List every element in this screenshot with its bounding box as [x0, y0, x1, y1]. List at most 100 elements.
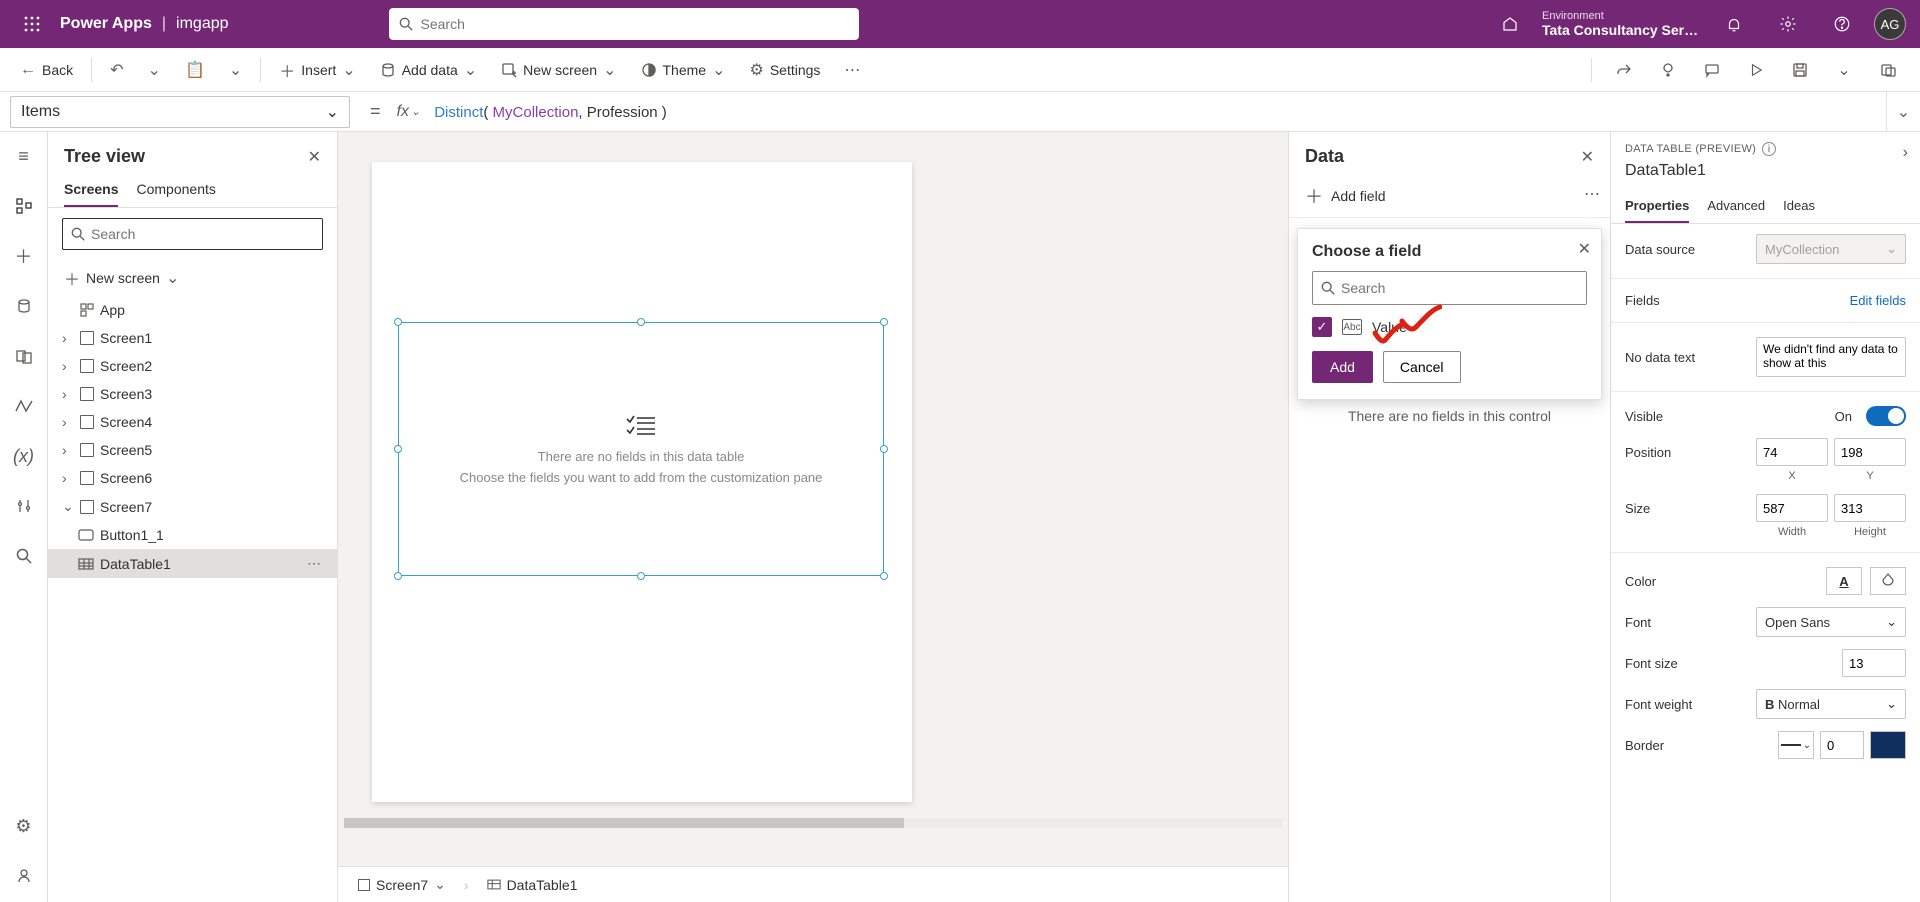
selected-datatable[interactable]: There are no fields in this data table C… [398, 322, 884, 576]
add-data-button[interactable]: Add data ⌄ [370, 54, 487, 86]
back-button[interactable]: ← Back [10, 55, 83, 85]
paste-button[interactable]: 📋 [175, 54, 215, 86]
fx-label[interactable]: fx⌄ [397, 103, 421, 121]
help-icon[interactable] [1820, 0, 1864, 48]
tree-node-more-icon[interactable]: ⋯ [307, 555, 327, 572]
resize-handle[interactable] [394, 445, 402, 453]
prop-position-y-input[interactable] [1834, 438, 1906, 466]
prop-fontsize-input[interactable] [1842, 649, 1906, 677]
field-checkbox[interactable]: ✓ [1312, 317, 1332, 337]
rail-tree-icon[interactable] [8, 190, 40, 222]
popup-add-button[interactable]: Add [1312, 351, 1373, 383]
chevron-right-icon[interactable]: › [62, 330, 74, 346]
rail-hamburger-icon[interactable]: ≡ [8, 140, 40, 172]
control-name[interactable]: DataTable1 [1625, 162, 1906, 180]
tab-ideas[interactable]: Ideas [1783, 190, 1815, 223]
undo-split-chevron[interactable]: ⌄ [138, 54, 171, 86]
overflow-button[interactable]: ⋯ [834, 54, 870, 86]
canvas-hscrollbar[interactable] [344, 816, 1282, 830]
rail-virtual-agent-icon[interactable] [8, 860, 40, 892]
prop-color-text-chip[interactable]: A [1826, 567, 1862, 595]
prop-position-x-input[interactable] [1756, 438, 1828, 466]
prop-fontweight-select[interactable]: B Normal ⌄ [1756, 689, 1906, 719]
popup-search[interactable] [1312, 271, 1587, 305]
tree-search-input[interactable] [91, 226, 314, 242]
breadcrumb-control[interactable]: DataTable1 [479, 873, 586, 897]
prop-size-h-input[interactable] [1834, 494, 1906, 522]
tree-new-screen-button[interactable]: ＋ New screen ⌄ [48, 260, 337, 296]
insert-button[interactable]: ＋ Insert ⌄ [269, 52, 365, 88]
prop-border-style[interactable]: ⌄ [1778, 731, 1814, 759]
prop-font-select[interactable]: Open Sans ⌄ [1756, 607, 1906, 637]
new-screen-button[interactable]: New screen ⌄ [491, 54, 626, 86]
data-pane-close-button[interactable]: ✕ [1581, 147, 1594, 167]
notifications-icon[interactable] [1712, 0, 1756, 48]
rail-media-icon[interactable] [8, 340, 40, 372]
tree-screen-node[interactable]: ›Screen3 [48, 380, 337, 408]
resize-handle[interactable] [637, 572, 645, 580]
rail-data-icon[interactable] [8, 290, 40, 322]
field-option-row[interactable]: ✓ Abc Value [1312, 317, 1587, 337]
tree-button-node[interactable]: Button1_1 [48, 521, 337, 549]
chevron-right-icon[interactable]: › [62, 414, 74, 430]
account-avatar[interactable]: AG [1874, 8, 1906, 40]
comments-icon[interactable] [1696, 54, 1728, 86]
rail-tools-icon[interactable] [8, 490, 40, 522]
tree-screen-node[interactable]: ›Screen4 [48, 408, 337, 436]
settings-button[interactable]: ⚙ Settings [739, 54, 830, 86]
resize-handle[interactable] [880, 445, 888, 453]
tab-properties[interactable]: Properties [1625, 190, 1689, 223]
publish-chevron-icon[interactable]: ⌄ [1828, 54, 1860, 86]
tree-screen-node[interactable]: ›Screen2 [48, 352, 337, 380]
rail-variables-icon[interactable]: (x) [8, 440, 40, 472]
theme-button[interactable]: Theme ⌄ [631, 54, 736, 86]
tree-search[interactable] [62, 218, 323, 250]
formula-expand-button[interactable]: ⌄ [1886, 92, 1920, 132]
prop-border-color-chip[interactable] [1870, 731, 1906, 759]
resize-handle[interactable] [637, 318, 645, 326]
paste-split-chevron[interactable]: ⌄ [219, 54, 252, 86]
chevron-down-icon[interactable]: ⌄ [62, 498, 74, 515]
prop-border-width-input[interactable] [1820, 731, 1864, 759]
breadcrumb-screen[interactable]: Screen7 ⌄ [350, 872, 454, 897]
chevron-right-icon[interactable]: › [62, 442, 74, 458]
data-pane-more-icon[interactable]: ⋯ [1584, 184, 1600, 204]
environment-picker[interactable]: Environment Tata Consultancy Servic… [1542, 10, 1702, 39]
tree-screen-node[interactable]: ⌄Screen7 [48, 492, 337, 521]
environment-icon[interactable] [1488, 0, 1532, 48]
resize-handle[interactable] [880, 318, 888, 326]
popup-cancel-button[interactable]: Cancel [1383, 351, 1461, 383]
resize-handle[interactable] [880, 572, 888, 580]
settings-gear-icon[interactable] [1766, 0, 1810, 48]
chevron-right-icon[interactable]: › [62, 358, 74, 374]
share-icon[interactable] [1608, 54, 1640, 86]
tree-close-button[interactable]: ✕ [308, 147, 321, 167]
publish-icon[interactable] [1872, 54, 1904, 86]
preview-play-icon[interactable] [1740, 54, 1772, 86]
prop-nodata-input[interactable] [1756, 337, 1906, 377]
popup-search-input[interactable] [1341, 280, 1578, 296]
prop-size-w-input[interactable] [1756, 494, 1828, 522]
add-field-button[interactable]: ＋ Add field [1289, 175, 1610, 218]
tab-advanced[interactable]: Advanced [1707, 190, 1765, 223]
rail-settings-icon[interactable]: ⚙ [8, 810, 40, 842]
prop-data-source-select[interactable]: MyCollection ⌄ [1756, 234, 1906, 264]
rail-flows-icon[interactable] [8, 390, 40, 422]
undo-button[interactable]: ↶ [100, 54, 133, 86]
tree-app-node[interactable]: App [48, 296, 337, 324]
property-selector[interactable]: Items ⌄ [10, 96, 350, 128]
global-search-input[interactable] [421, 16, 849, 32]
tree-screen-node[interactable]: ›Screen5 [48, 436, 337, 464]
save-icon[interactable] [1784, 54, 1816, 86]
tree-screen-node[interactable]: ›Screen1 [48, 324, 337, 352]
tree-screen-node[interactable]: ›Screen6 [48, 464, 337, 492]
chevron-right-icon[interactable]: › [62, 386, 74, 402]
resize-handle[interactable] [394, 318, 402, 326]
props-collapse-icon[interactable]: › [1903, 144, 1908, 162]
rail-search-icon[interactable] [8, 540, 40, 572]
edit-fields-link[interactable]: Edit fields [1850, 293, 1906, 308]
tree-datatable-node[interactable]: DataTable1 ⋯ [48, 549, 337, 578]
rail-insert-icon[interactable]: ＋ [8, 240, 40, 272]
prop-visible-toggle[interactable] [1866, 406, 1906, 426]
prop-color-fill-chip[interactable] [1870, 567, 1906, 595]
